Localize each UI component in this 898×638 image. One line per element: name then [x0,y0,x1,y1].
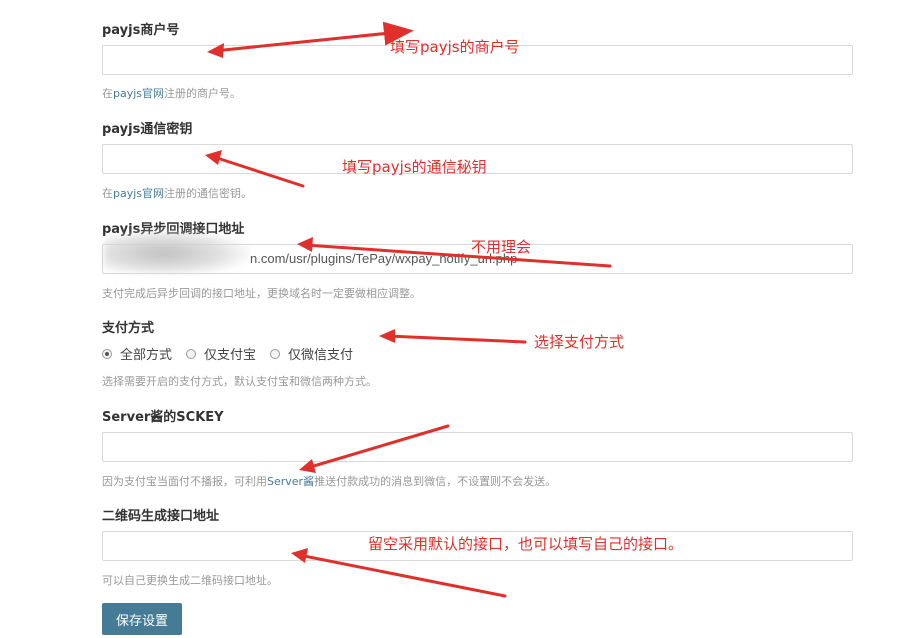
desc-prefix: 在 [102,187,113,200]
payjs-official-link[interactable]: payjs官网 [113,187,164,200]
radio-label: 仅微信支付 [288,348,354,363]
annotation-qr: 留空采用默认的接口，也可以填写自己的接口。 [368,535,684,553]
pay-method-label: 支付方式 [102,321,155,336]
arrow-qr [297,553,507,598]
sckey-description: 因为支付宝当面付不播报，可利用Server酱推送付款成功的消息到微信，不设置则不… [102,473,556,489]
annotation-merchant: 填写payjs的商户号 [390,38,520,56]
merchant-id-label: payjs商户号 [102,23,180,38]
qr-api-label: 二维码生成接口地址 [102,509,220,524]
qr-api-description: 可以自己更换生成二维码接口地址。 [102,574,278,587]
arrowhead-method [379,329,395,343]
save-settings-button[interactable]: 保存设置 [102,603,182,635]
radio-wechat-only[interactable]: 仅微信支付 [270,344,353,363]
annotation-secret: 填写payjs的通信秘钥 [342,158,487,176]
radio-unchecked-icon[interactable] [270,348,281,359]
desc-prefix: 因为支付宝当面付不播报，可利用 [102,475,267,488]
radio-label: 仅支付宝 [204,348,257,363]
radio-alipay-only[interactable]: 仅支付宝 [186,344,256,363]
sckey-input[interactable] [102,432,853,462]
radio-unchecked-icon[interactable] [186,348,197,359]
annotation-notify: 不用理会 [471,238,532,256]
radio-all-methods[interactable]: 全部方式 [102,344,172,363]
arrow-method [385,334,527,344]
merchant-id-description: 在payjs官网注册的商户号。 [102,85,241,101]
notify-url-description: 支付完成后异步回调的接口地址，更换域名时一定要做相应调整。 [102,287,421,300]
secret-key-label: payjs通信密钥 [102,122,193,137]
secret-key-description: 在payjs官网注册的通信密钥。 [102,185,252,201]
server-chan-link[interactable]: Server酱 [267,475,314,488]
payjs-official-link[interactable]: payjs官网 [113,87,164,100]
desc-prefix: 在 [102,87,113,100]
pay-method-radio-group: 全部方式 仅支付宝 仅微信支付 [102,344,367,363]
desc-suffix: 注册的通信密钥。 [164,187,253,200]
desc-suffix: 推送付款成功的消息到微信，不设置则不会发送。 [314,475,557,488]
radio-label: 全部方式 [120,348,173,363]
redacted-domain-blur [104,229,254,273]
radio-checked-icon[interactable] [102,348,112,359]
desc-suffix: 注册的商户号。 [164,87,242,100]
annotation-method: 选择支付方式 [534,333,625,351]
sckey-label: Server酱的SCKEY [102,410,224,425]
pay-method-description: 选择需要开启的支付方式，默认支付宝和微信两种方式。 [102,375,377,388]
